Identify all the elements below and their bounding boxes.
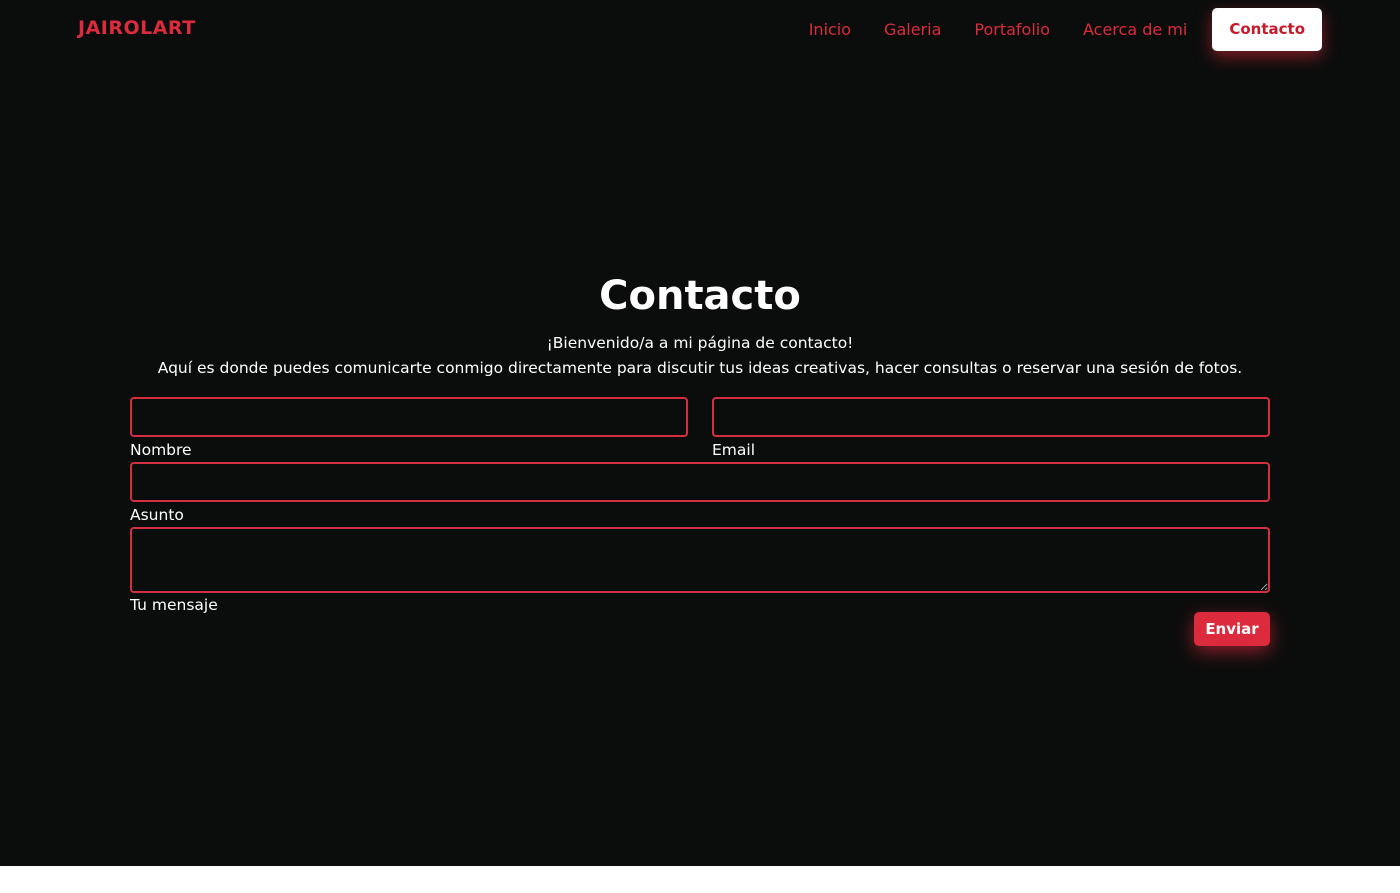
email-label: Email: [712, 441, 756, 459]
email-input[interactable]: [712, 397, 1270, 437]
brand-logo[interactable]: JAIROLART: [78, 17, 196, 39]
contact-page: JAIROLART Inicio Galeria Portafolio Acer…: [0, 0, 1400, 866]
nav-links: Inicio Galeria Portafolio Acerca de mi C…: [776, 8, 1322, 51]
subject-input[interactable]: [130, 462, 1270, 502]
nav-link-inicio[interactable]: Inicio: [809, 20, 851, 39]
name-input[interactable]: [130, 397, 688, 437]
nav-link-galeria[interactable]: Galeria: [884, 20, 941, 39]
nav-link-portafolio[interactable]: Portafolio: [974, 20, 1050, 39]
description-text: Aquí es donde puedes comunicarte conmigo…: [157, 359, 1243, 377]
name-label: Nombre: [130, 441, 192, 459]
subject-label: Asunto: [130, 506, 184, 524]
nav-link-contacto[interactable]: Contacto: [1212, 8, 1322, 51]
send-button[interactable]: Enviar: [1194, 612, 1270, 646]
page-title: Contacto: [599, 273, 801, 319]
welcome-text: ¡Bienvenido/a a mi página de contacto!: [546, 334, 854, 352]
message-textarea[interactable]: [130, 527, 1270, 593]
nav-link-acerca-de-mi[interactable]: Acerca de mi: [1083, 20, 1187, 39]
message-label: Tu mensaje: [130, 596, 218, 614]
navbar: JAIROLART Inicio Galeria Portafolio Acer…: [0, 0, 1400, 58]
